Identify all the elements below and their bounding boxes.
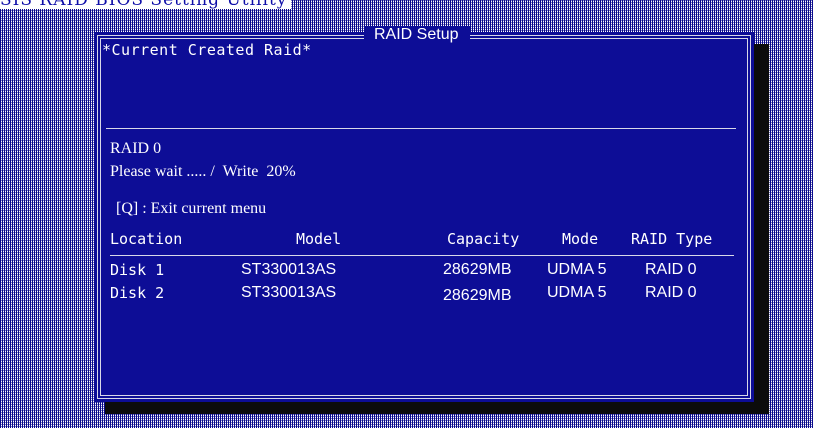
row-raid-type: RAID 0 xyxy=(645,284,697,301)
header-model: Model xyxy=(296,230,342,248)
row-capacity: 28629MB xyxy=(443,287,512,304)
row-mode: UDMA 5 xyxy=(547,284,607,301)
created-raid-heading: *Current Created Raid* xyxy=(102,41,312,59)
header-raid-type: RAID Type xyxy=(631,230,713,248)
raid-level-label: RAID 0 xyxy=(110,140,162,157)
app-title: SIS RAID BIOS Setting Utility xyxy=(0,0,292,9)
row-model: ST330013AS xyxy=(241,261,337,278)
row-capacity: 28629MB xyxy=(443,261,512,278)
exit-hint[interactable]: [Q] : Exit current menu xyxy=(116,200,266,218)
section-divider xyxy=(106,128,736,129)
table-row[interactable]: Disk 2 ST330013AS 28629MB UDMA 5 RAID 0 xyxy=(110,284,735,304)
table-row[interactable]: Disk 1 ST330013AS 28629MB UDMA 5 RAID 0 xyxy=(110,261,735,281)
row-raid-type: RAID 0 xyxy=(645,261,697,278)
header-location: Location xyxy=(110,230,183,248)
header-capacity: Capacity xyxy=(447,230,520,248)
progress-status: Please wait ..... / Write 20% xyxy=(110,163,296,180)
row-model: ST330013AS xyxy=(241,284,337,301)
panel-title: RAID Setup xyxy=(364,26,471,44)
table-header: Location Model Capacity Mode RAID Type xyxy=(110,230,735,250)
raid-setup-panel: RAID Setup *Current Created Raid* RAID 0… xyxy=(94,26,754,402)
header-mode: Mode xyxy=(562,230,599,248)
row-mode: UDMA 5 xyxy=(547,261,607,278)
row-location: Disk 1 xyxy=(110,261,165,279)
table-header-divider xyxy=(110,255,734,256)
row-location: Disk 2 xyxy=(110,284,165,302)
